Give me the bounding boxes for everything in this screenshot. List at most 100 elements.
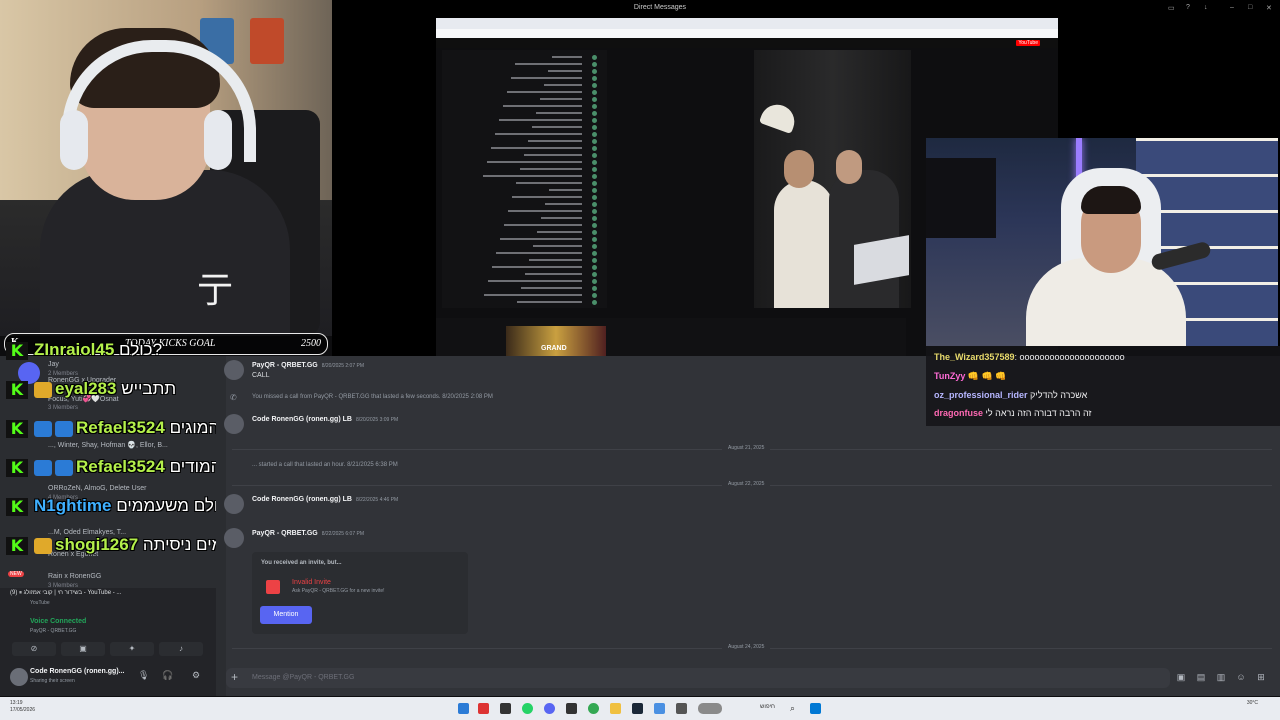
twitch-username: TunZyy [934, 371, 966, 381]
inner-chat-line [512, 196, 582, 198]
video-off-button[interactable]: ⊘ [12, 642, 56, 656]
inner-chat-line [524, 154, 582, 156]
headphones-icon[interactable]: 🎧 [162, 670, 173, 681]
inner-chat-avatar [592, 293, 597, 298]
date-divider: August 22, 2025 [232, 481, 1272, 487]
gift-icon[interactable]: ▣ [1176, 672, 1186, 682]
steam-icon[interactable] [632, 703, 643, 714]
mod-badge-icon [34, 459, 52, 476]
chat-text: תתבייש [121, 379, 177, 398]
message-author[interactable]: PayQR - QRBET.GG 8/20/2025 2:07 PM [252, 362, 364, 369]
taskbar-search[interactable]: חיפוש [760, 704, 775, 710]
chrome-icon[interactable] [588, 703, 599, 714]
inner-chat-line [507, 91, 582, 93]
gif-icon[interactable]: ▤ [1196, 672, 1206, 682]
inner-chat-line [525, 273, 582, 275]
youtube-logo[interactable]: YouTube [1016, 40, 1040, 46]
settings-gear-icon[interactable]: ⚙ [192, 670, 200, 681]
dm-group-name: ORRoZeN, AlmoG, Delete User [48, 485, 147, 492]
screen-share-button[interactable]: ▣ [61, 642, 105, 656]
soundboard-button[interactable]: ♪ [159, 642, 203, 656]
twitch-message: 👊 👊 👊 [967, 371, 1007, 381]
message-author[interactable]: Code RonenGG (ronen.gg) LB 8/20/2025 3:09… [252, 416, 398, 423]
inner-chat-avatar [592, 216, 597, 221]
sticker-icon[interactable]: ▥ [1216, 672, 1226, 682]
inner-chat-line [529, 259, 582, 261]
inner-chat-line [532, 126, 582, 128]
help-icon[interactable]: ? [1186, 4, 1196, 12]
inner-chat-line [508, 210, 582, 212]
app-icon[interactable] [676, 703, 687, 714]
scrollbar[interactable] [216, 356, 226, 696]
weather-temp: 30°C [1246, 700, 1258, 706]
weather-widget[interactable]: 30°C [1247, 700, 1258, 707]
chat-text: כולם? [119, 340, 163, 359]
app-icon[interactable] [698, 703, 722, 714]
composer-placeholder: Message @PayQR - QRBET.GG [252, 674, 355, 681]
avatar[interactable] [224, 360, 244, 380]
message-composer[interactable]: + Message @PayQR - QRBET.GG [226, 668, 1170, 688]
message-timestamp: 8/20/2025 2:07 PM [321, 363, 364, 369]
avatar[interactable] [224, 414, 244, 434]
inbox-icon[interactable]: ▭ [1168, 4, 1178, 12]
inner-video-player[interactable] [754, 50, 911, 308]
voice-connected-label[interactable]: Voice Connected [30, 618, 86, 625]
headset-earcup [204, 110, 232, 170]
dm-group-name: Jay [48, 361, 59, 368]
sub-badge-icon [34, 381, 52, 398]
message-author[interactable]: PayQR - QRBET.GG 8/22/2025 6:07 PM [252, 530, 364, 537]
attach-plus-icon[interactable]: + [231, 670, 238, 684]
folder-icon[interactable] [610, 703, 621, 714]
avatar[interactable] [224, 528, 244, 548]
emoji-icon[interactable]: ☺ [1236, 672, 1246, 682]
app-icon[interactable] [654, 703, 665, 714]
inner-chat-avatar [592, 237, 597, 242]
message-timestamp: 8/22/2025 6:07 PM [321, 531, 364, 537]
search-icon[interactable]: ⌕ [790, 703, 801, 714]
app-icon[interactable] [478, 703, 489, 714]
inner-chat-avatar [592, 174, 597, 179]
app-icon[interactable] [566, 703, 577, 714]
mic-icon[interactable]: 🎙 [138, 670, 149, 681]
wall-poster [250, 18, 284, 64]
inner-chat-line [500, 238, 582, 240]
inner-chat-line [484, 294, 582, 296]
address-bar[interactable] [436, 29, 1058, 38]
inner-chat-line [488, 280, 582, 282]
download-icon[interactable]: ↓ [1204, 4, 1214, 12]
inner-chat-avatar [592, 153, 597, 158]
inner-chat-avatar [592, 69, 597, 74]
app-icon[interactable] [500, 703, 511, 714]
message-author[interactable]: Code RonenGG (ronen.gg) LB 8/22/2025 4:46… [252, 496, 398, 503]
whatsapp-icon[interactable] [522, 703, 533, 714]
discord-icon[interactable] [544, 703, 555, 714]
author-name: Code RonenGG (ronen.gg) LB [252, 496, 352, 503]
browser-tabs[interactable] [436, 18, 1058, 29]
sub-badge-icon [55, 420, 73, 437]
avatar[interactable] [224, 494, 244, 514]
minimize-icon[interactable]: – [1230, 4, 1240, 12]
inner-chat-avatar [592, 83, 597, 88]
apps-icon[interactable]: ⊞ [1256, 672, 1266, 682]
user-avatar[interactable] [10, 668, 28, 686]
youtube-activity-sub: YouTube [30, 600, 50, 606]
message-timestamp: 8/20/2025 3:09 PM [355, 417, 399, 423]
inner-chat-avatar [592, 279, 597, 284]
mention-button[interactable]: Mention [260, 606, 312, 624]
chat-username: shogi1267 [55, 535, 139, 554]
maximize-icon[interactable]: □ [1248, 4, 1258, 12]
message-timestamp: 8/22/2025 4:46 PM [355, 497, 399, 503]
file-explorer-icon[interactable] [458, 703, 469, 714]
author-name: PayQR - QRBET.GG [252, 530, 318, 537]
start-windows-icon[interactable] [810, 703, 821, 714]
inner-chat-line [503, 105, 582, 107]
youtube-activity[interactable]: (9) ⏸ בשידור חי | קובי אמזולג - YouTube … [10, 590, 121, 597]
taskbar-clock-left: 13:19 17/05/2026 [10, 700, 35, 714]
inner-chat-line [528, 140, 582, 142]
close-icon[interactable]: ✕ [1266, 4, 1276, 12]
activities-button[interactable]: ✦ [110, 642, 154, 656]
chat-username: N1ghtime [34, 496, 112, 515]
dm-group-name: Rain x RonenGG [48, 573, 102, 580]
person [774, 180, 834, 308]
clock-date: 17/05/2026 [10, 707, 36, 713]
